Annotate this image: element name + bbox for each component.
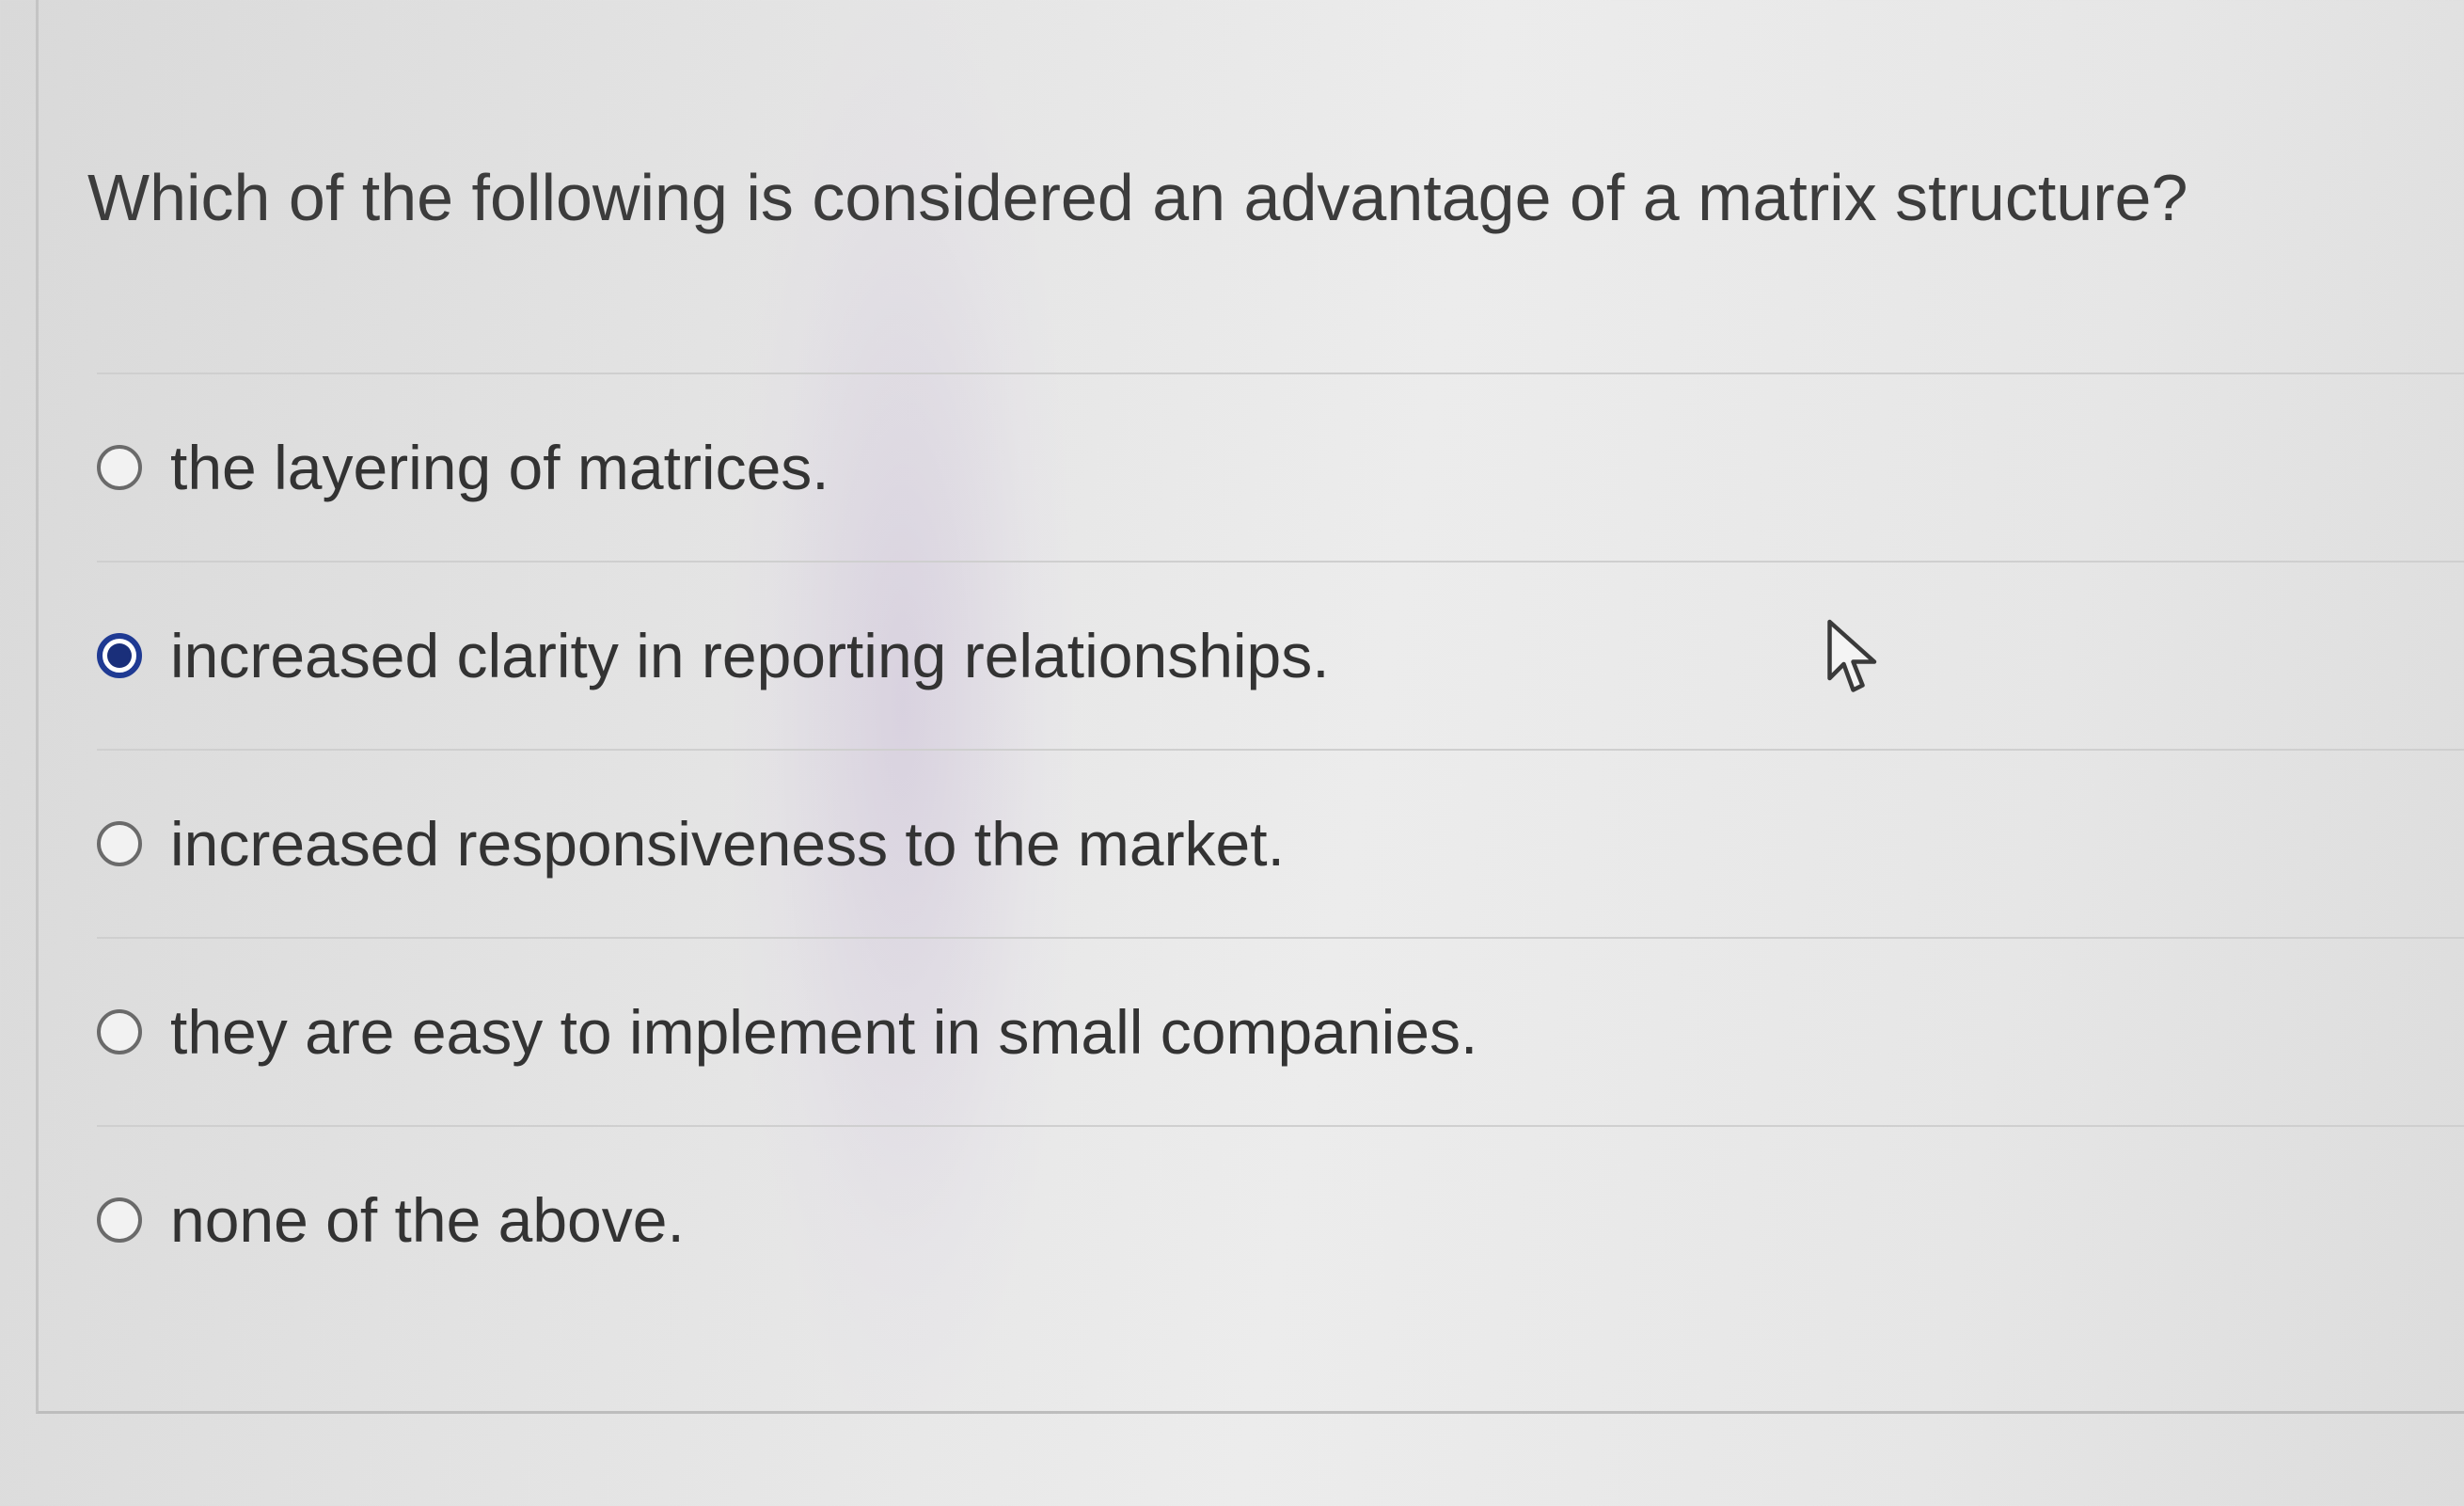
radio-button-icon[interactable] [97,445,142,490]
option-label: none of the above. [170,1185,685,1255]
question-panel: Which of the following is considered an … [36,0,2464,1414]
radio-button-icon[interactable] [97,821,142,866]
option-label: increased responsiveness to the market. [170,809,1285,879]
answer-options: the layering of matrices. increased clar… [97,373,2464,1313]
question-text: Which of the following is considered an … [87,161,2188,234]
radio-button-icon[interactable] [97,1197,142,1243]
option-row-1[interactable]: the layering of matrices. [97,373,2464,561]
mouse-pointer-icon [1827,619,1877,692]
option-row-5[interactable]: none of the above. [97,1125,2464,1313]
radio-button-icon[interactable] [97,1009,142,1054]
option-row-4[interactable]: they are easy to implement in small comp… [97,937,2464,1125]
option-label: they are easy to implement in small comp… [170,997,1478,1067]
option-row-3[interactable]: increased responsiveness to the market. [97,749,2464,937]
option-label: the layering of matrices. [170,433,829,502]
option-row-2[interactable]: increased clarity in reporting relations… [97,561,2464,749]
option-label: increased clarity in reporting relations… [170,621,1330,690]
radio-button-selected-icon[interactable] [97,633,142,678]
